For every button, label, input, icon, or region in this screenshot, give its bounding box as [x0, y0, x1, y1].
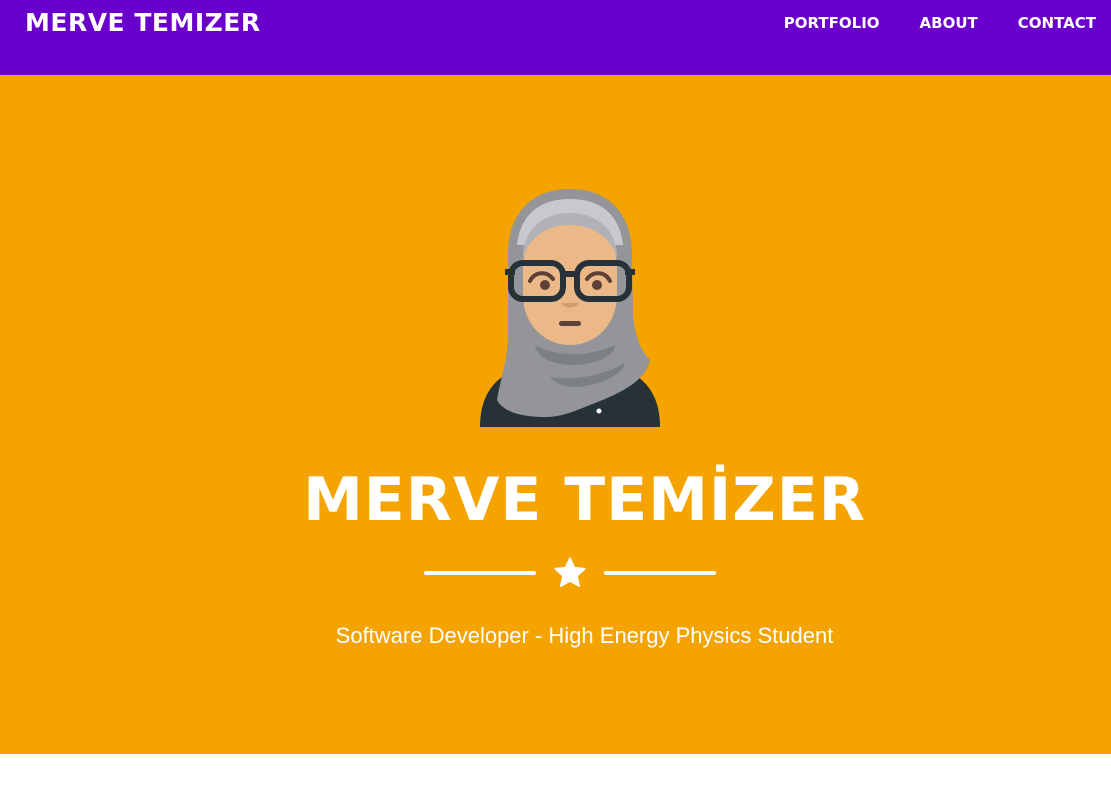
divider-line-left [424, 571, 536, 575]
brand-link[interactable]: MERVE TEMIZER [25, 8, 261, 37]
divider-line-right [604, 571, 716, 575]
hero-section: MERVE TEMİZER Software Developer - High … [0, 75, 1111, 754]
hero-subtitle: Software Developer - High Energy Physics… [335, 623, 834, 648]
nav-links: PORTFOLIO ABOUT CONTACT [784, 14, 1096, 32]
nav-link-contact[interactable]: CONTACT [1018, 14, 1096, 32]
avatar-icon [480, 189, 660, 427]
star-icon [554, 557, 586, 587]
star-divider [0, 553, 1111, 593]
nav-link-about[interactable]: ABOUT [920, 14, 978, 32]
hero-title: MERVE TEMİZER [303, 465, 866, 535]
navbar: MERVE TEMIZER PORTFOLIO ABOUT CONTACT [0, 0, 1111, 75]
nav-link-portfolio[interactable]: PORTFOLIO [784, 14, 880, 32]
